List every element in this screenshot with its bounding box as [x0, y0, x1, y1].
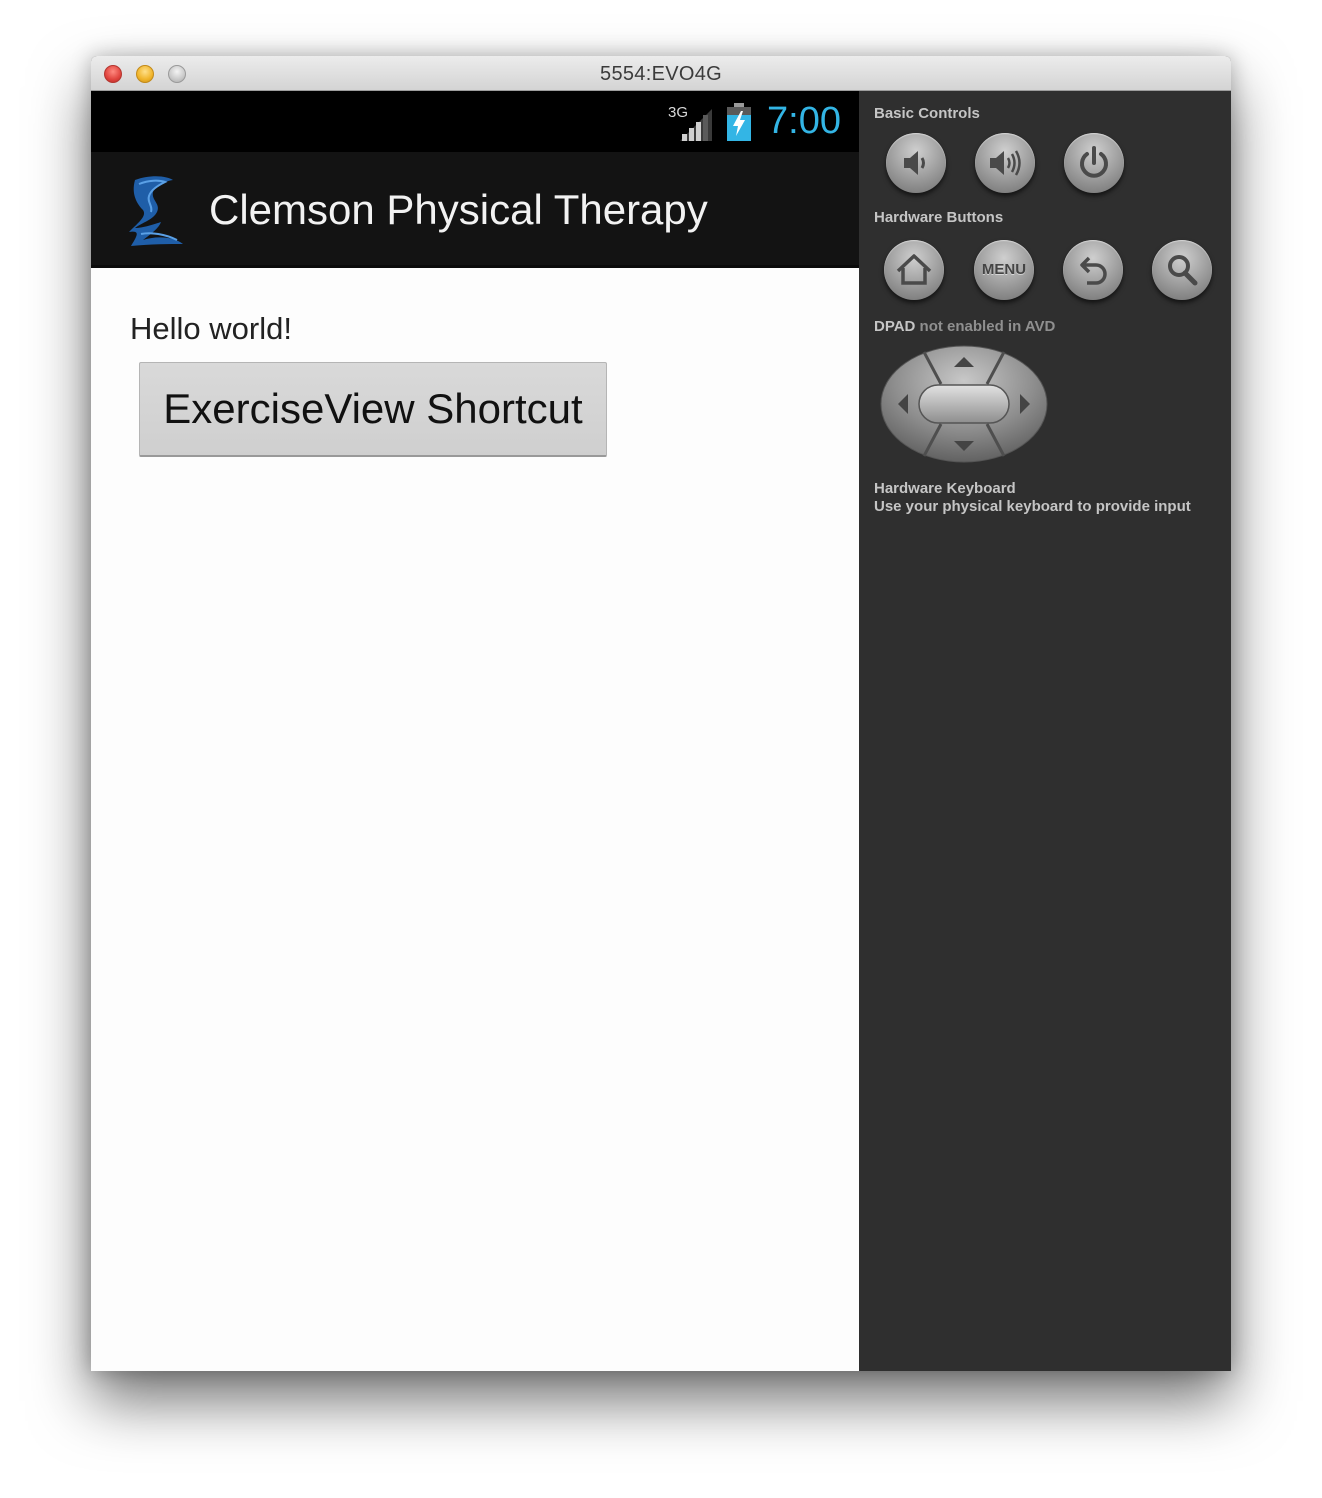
app-title: Clemson Physical Therapy	[209, 186, 708, 233]
status-bar: 3G 7:00	[91, 91, 859, 152]
dpad-label-strong: DPAD	[874, 318, 916, 335]
exerciseview-shortcut-button[interactable]: ExerciseView Shortcut	[139, 362, 607, 457]
emulator-window: 5554:EVO4G 3G 7:00 Clemson Physical Ther…	[91, 56, 1231, 1371]
back-icon	[1080, 256, 1107, 285]
battery-charging-icon	[727, 103, 751, 141]
keyboard-hint: Use your physical keyboard to provide in…	[874, 498, 1191, 515]
main-content: Hello world! ExerciseView Shortcut	[91, 268, 859, 1371]
back-button[interactable]	[1063, 240, 1123, 300]
search-button[interactable]	[1152, 240, 1212, 300]
power-button[interactable]	[1064, 133, 1124, 193]
search-icon	[1168, 255, 1198, 286]
status-clock: 7:00	[767, 100, 841, 142]
action-bar: Clemson Physical Therapy	[91, 152, 859, 268]
emulator-controls-panel: Basic Controls Hardware Buttons MENU DPA…	[859, 91, 1231, 1371]
volume-down-icon	[904, 151, 925, 175]
volume-up-icon	[990, 150, 1021, 176]
signal-3g-icon: 3G	[668, 104, 712, 141]
volume-down-button[interactable]	[886, 133, 946, 193]
dpad-label-rest: not enabled in AVD	[915, 318, 1056, 335]
hardware-buttons-label: Hardware Buttons	[874, 209, 1004, 226]
network-type-label: 3G	[668, 104, 688, 121]
menu-button[interactable]: MENU	[974, 240, 1034, 300]
keyboard-label: Hardware Keyboard	[874, 480, 1016, 497]
power-icon	[1080, 146, 1108, 178]
window-titlebar: 5554:EVO4G	[91, 56, 1231, 91]
dpad-center-button	[918, 384, 1010, 424]
volume-up-button[interactable]	[975, 133, 1035, 193]
menu-button-label: MENU	[981, 261, 1027, 278]
app-logo-icon	[129, 176, 183, 246]
home-icon	[896, 254, 932, 285]
dpad-label: DPAD not enabled in AVD	[874, 318, 1055, 335]
dpad-control[interactable]	[879, 344, 1049, 464]
device-screen: 3G 7:00 Clemson Physical Therapy Hello w…	[91, 91, 859, 1371]
basic-controls-label: Basic Controls	[874, 105, 980, 122]
home-button[interactable]	[884, 240, 944, 300]
hello-text: Hello world!	[130, 311, 292, 346]
window-title: 5554:EVO4G	[600, 63, 722, 85]
